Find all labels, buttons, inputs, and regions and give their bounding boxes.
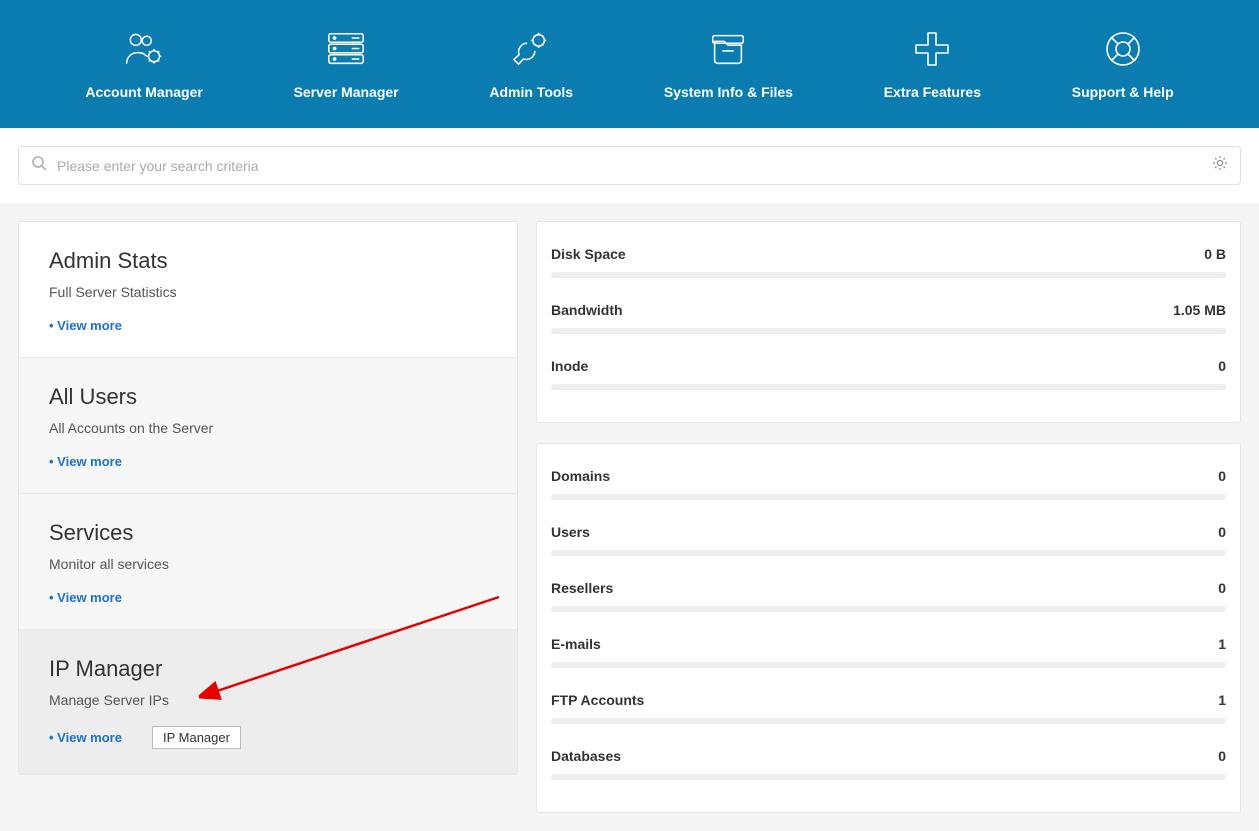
- stat-label: Disk Space: [551, 246, 626, 262]
- stat-label: Resellers: [551, 580, 613, 596]
- nav-admin-tools[interactable]: Admin Tools: [489, 28, 573, 100]
- left-panel: Admin Stats Full Server Statistics • Vie…: [18, 221, 518, 775]
- card-title: Admin Stats: [49, 248, 487, 274]
- search-box[interactable]: [18, 146, 1241, 185]
- view-more-link[interactable]: • View more: [49, 318, 487, 333]
- nav-label: Support & Help: [1072, 84, 1174, 100]
- counts-panel: Domains 0 Users 0 Resellers 0: [536, 443, 1241, 813]
- server-icon: [325, 28, 367, 70]
- main-region: Admin Stats Full Server Statistics • Vie…: [0, 203, 1259, 831]
- card-subtitle: All Accounts on the Server: [49, 420, 487, 436]
- stat-value: 0: [1218, 580, 1226, 596]
- top-nav: Account Manager Server Manager: [0, 0, 1259, 128]
- nav-account-manager[interactable]: Account Manager: [85, 28, 202, 100]
- card-all-users[interactable]: All Users All Accounts on the Server • V…: [19, 358, 517, 494]
- stat-value: 1: [1218, 636, 1226, 652]
- progress-bar: [551, 774, 1226, 780]
- card-admin-stats[interactable]: Admin Stats Full Server Statistics • Vie…: [19, 222, 517, 358]
- stat-label: Users: [551, 524, 590, 540]
- progress-bar: [551, 328, 1226, 334]
- progress-bar: [551, 494, 1226, 500]
- view-more-link[interactable]: • View more: [49, 730, 122, 745]
- progress-bar: [551, 550, 1226, 556]
- card-ip-manager[interactable]: IP Manager Manage Server IPs • View more…: [19, 630, 517, 774]
- progress-bar: [551, 606, 1226, 612]
- nav-label: Admin Tools: [489, 84, 573, 100]
- lifebuoy-icon: [1102, 28, 1144, 70]
- stat-inode: Inode 0: [551, 348, 1226, 404]
- nav-label: Extra Features: [884, 84, 981, 100]
- card-subtitle: Full Server Statistics: [49, 284, 487, 300]
- card-subtitle: Monitor all services: [49, 556, 487, 572]
- plus-icon: [911, 28, 953, 70]
- stat-label: E-mails: [551, 636, 601, 652]
- stat-disk-space: Disk Space 0 B: [551, 236, 1226, 292]
- progress-bar: [551, 662, 1226, 668]
- stat-value: 0: [1218, 748, 1226, 764]
- users-gear-icon: [123, 28, 165, 70]
- stat-label: Databases: [551, 748, 621, 764]
- stat-label: Inode: [551, 358, 588, 374]
- stat-value: 1: [1218, 692, 1226, 708]
- nav-label: System Info & Files: [664, 84, 793, 100]
- nav-extra-features[interactable]: Extra Features: [884, 28, 981, 100]
- card-title: All Users: [49, 384, 487, 410]
- archive-folder-icon: [707, 28, 749, 70]
- stat-label: Domains: [551, 468, 610, 484]
- stat-value: 0: [1218, 468, 1226, 484]
- nav-label: Account Manager: [85, 84, 202, 100]
- nav-system-info-files[interactable]: System Info & Files: [664, 28, 793, 100]
- stat-domains: Domains 0: [551, 458, 1226, 514]
- stat-label: Bandwidth: [551, 302, 623, 318]
- stat-ftp-accounts: FTP Accounts 1: [551, 682, 1226, 738]
- stat-value: 0: [1218, 358, 1226, 374]
- nav-support-help[interactable]: Support & Help: [1072, 28, 1174, 100]
- gear-icon[interactable]: [1212, 155, 1228, 176]
- nav-label: Server Manager: [294, 84, 399, 100]
- tools-gear-icon: [510, 28, 552, 70]
- nav-server-manager[interactable]: Server Manager: [294, 28, 399, 100]
- view-more-link[interactable]: • View more: [49, 590, 487, 605]
- card-subtitle: Manage Server IPs: [49, 692, 487, 708]
- progress-bar: [551, 718, 1226, 724]
- progress-bar: [551, 384, 1226, 390]
- progress-bar: [551, 272, 1226, 278]
- card-services[interactable]: Services Monitor all services • View mor…: [19, 494, 517, 630]
- search-input[interactable]: [57, 158, 1202, 174]
- stat-value: 0: [1218, 524, 1226, 540]
- stat-bandwidth: Bandwidth 1.05 MB: [551, 292, 1226, 348]
- usage-panel: Disk Space 0 B Bandwidth 1.05 MB Inode 0: [536, 221, 1241, 423]
- stat-resellers: Resellers 0: [551, 570, 1226, 626]
- stat-value: 0 B: [1204, 246, 1226, 262]
- card-title: IP Manager: [49, 656, 487, 682]
- tooltip-ip-manager: IP Manager: [152, 726, 241, 749]
- search-icon: [31, 155, 47, 176]
- card-title: Services: [49, 520, 487, 546]
- stat-users: Users 0: [551, 514, 1226, 570]
- view-more-link[interactable]: • View more: [49, 454, 487, 469]
- right-panel: Disk Space 0 B Bandwidth 1.05 MB Inode 0: [536, 221, 1241, 813]
- stat-value: 1.05 MB: [1173, 302, 1226, 318]
- stat-label: FTP Accounts: [551, 692, 644, 708]
- stat-emails: E-mails 1: [551, 626, 1226, 682]
- search-region: [0, 128, 1259, 203]
- stat-databases: Databases 0: [551, 738, 1226, 794]
